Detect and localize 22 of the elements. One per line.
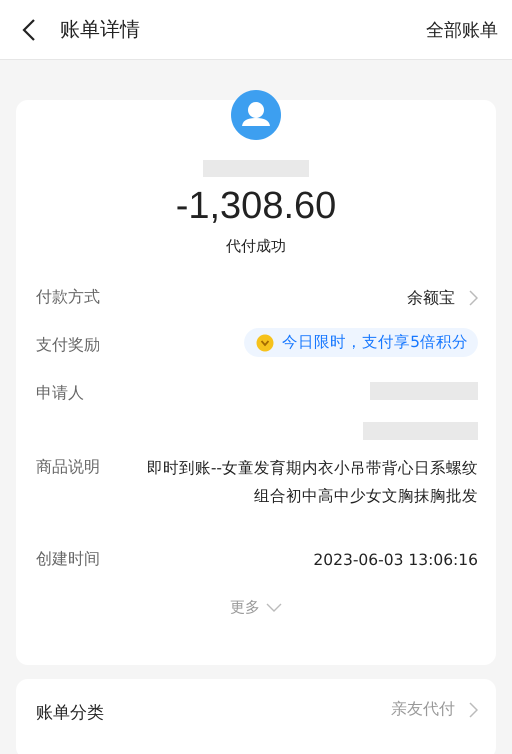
chevron-icon[interactable] [469,290,478,306]
status-text: 代付成功 [226,237,286,256]
row-label: 申请人 [36,382,85,404]
badge-text: 今日限时，支付享5倍积分 [282,332,468,353]
coin-icon [256,334,274,352]
row-value[interactable]: 余额宝 [407,284,455,312]
category-value[interactable]: 亲友代付 [391,699,455,720]
page-title: 账单详情 [60,16,140,43]
row-label: 支付奖励 [36,334,101,356]
amount: -1,308.60 [176,184,336,229]
back-icon[interactable] [22,18,36,42]
category-label: 账单分类 [36,702,104,725]
all-bills-link[interactable]: 全部账单 [426,18,498,42]
row-value: 2023-06-03 13:06:16 [313,550,478,571]
reward-badge[interactable]: 今日限时，支付享5倍积分 [244,328,478,357]
chevron-icon[interactable] [469,702,478,718]
row-label: 商品说明 [36,456,101,478]
row-label: 创建时间 [36,548,101,570]
row-value: 即时到账--女童发育期内衣小吊带背心日系螺纹组合初中高中少女文胸抹胸批发 [146,458,478,507]
row-label: 付款方式 [36,286,101,308]
more-button[interactable]: 更多 [226,594,286,621]
caret-icon [266,603,282,612]
